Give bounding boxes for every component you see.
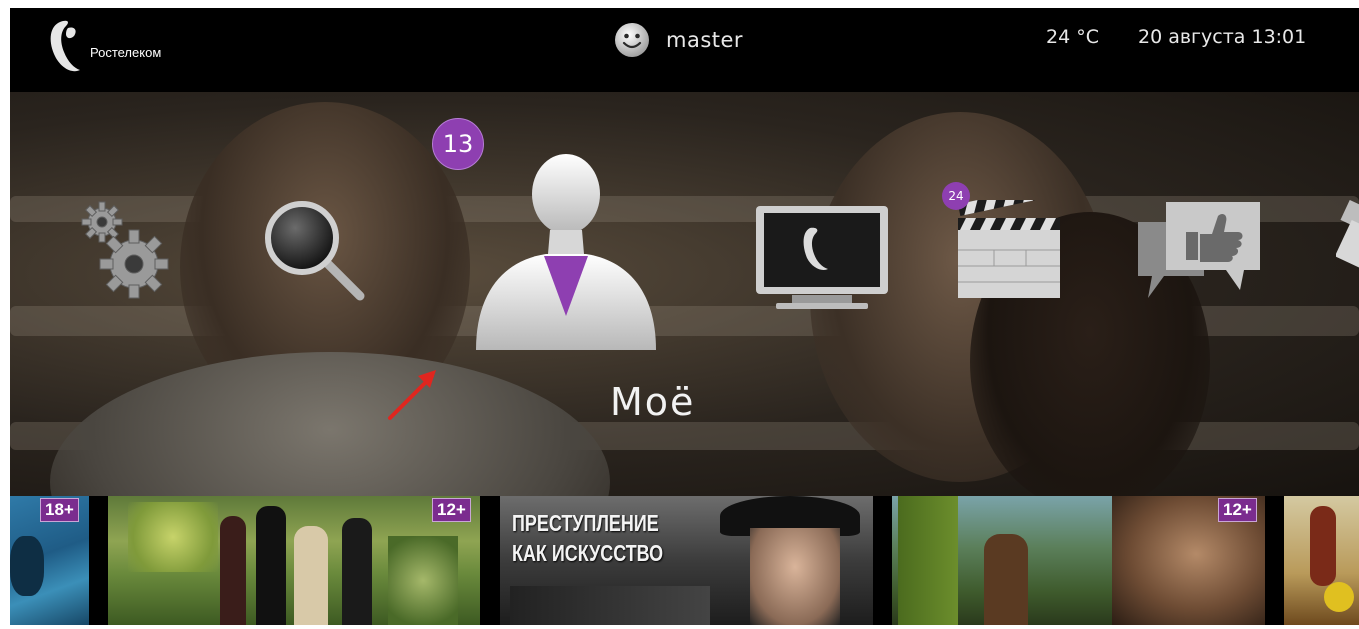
rostelecom-logo-icon <box>50 20 80 72</box>
poster-artwork <box>10 536 44 596</box>
smiley-avatar-icon <box>615 23 649 57</box>
annotation-arrow-icon <box>388 370 436 420</box>
poster-card[interactable]: 18+ <box>10 496 89 625</box>
poster-face <box>750 528 840 625</box>
video-notification-badge: 24 <box>942 182 970 210</box>
poster-character <box>342 518 372 625</box>
poster-title: ПРЕСТУПЛЕНИЕ КАК ИСКУССТВО <box>512 508 663 568</box>
poster-character <box>256 506 286 625</box>
rostelecom-logo: Ростелеком <box>46 18 206 78</box>
gears-icon[interactable] <box>76 196 176 306</box>
my-profile-icon[interactable] <box>466 150 666 360</box>
main-menu: 13 24 Моё <box>10 92 1359 496</box>
temperature: 24 °C <box>1046 26 1099 48</box>
poster-artwork <box>388 536 458 625</box>
poster-artwork <box>1324 582 1354 612</box>
poster-character <box>294 526 328 625</box>
poster-card[interactable]: ПРЕСТУПЛЕНИЕ КАК ИСКУССТВО <box>500 496 873 625</box>
magnifier-icon[interactable] <box>260 196 370 306</box>
poster-character <box>220 516 246 625</box>
age-rating-badge: 12+ <box>1218 498 1257 522</box>
poster-character <box>1310 506 1336 586</box>
poster-card[interactable]: 12+ <box>108 496 480 625</box>
poster-artwork <box>128 502 218 572</box>
poster-artwork <box>510 586 710 625</box>
date-time: 20 августа 13:01 <box>1138 26 1307 48</box>
poster-card[interactable] <box>1284 496 1359 625</box>
clapperboard-icon[interactable] <box>954 200 1064 300</box>
poster-title-line: КАК ИСКУССТВО <box>512 540 664 566</box>
poster-title-line: ПРЕСТУПЛЕНИЕ <box>512 510 659 536</box>
username: master <box>666 28 744 52</box>
social-like-icon[interactable] <box>1134 198 1264 308</box>
age-rating-badge: 12+ <box>432 498 471 522</box>
tv-icon[interactable] <box>752 202 892 312</box>
poster-card[interactable]: 12+ <box>892 496 1265 625</box>
focused-menu-label: Моё <box>610 380 696 424</box>
user-profile[interactable]: master <box>614 22 743 58</box>
content-carousel: 18+ 12+ ПРЕСТУПЛЕНИЕ КАК ИСКУССТВО 12+ <box>10 496 1359 625</box>
top-bar: Ростелеком master 24 °C 20 августа 13:01 <box>10 8 1359 92</box>
tv-screen: Ростелеком master 24 °C 20 августа 13:01 <box>10 8 1359 625</box>
background-person-left-body <box>50 352 610 496</box>
age-rating-badge: 18+ <box>40 498 79 522</box>
logo-text: Ростелеком <box>90 45 162 60</box>
poster-character <box>984 534 1028 625</box>
poster-beanstalk <box>898 496 958 625</box>
profile-notification-badge: 13 <box>432 118 484 170</box>
usb-icon[interactable] <box>1336 200 1359 280</box>
